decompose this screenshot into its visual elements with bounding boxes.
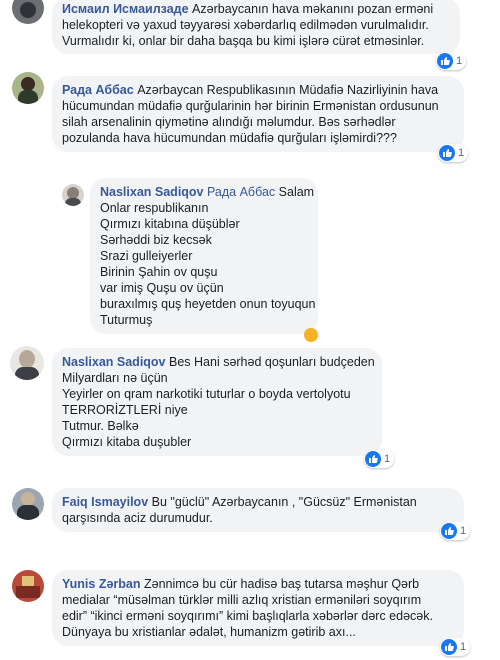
comment-text-line: Bes Hani sərhəd qoşunları budçeden (169, 355, 375, 369)
comment-author[interactable]: Faiq Ismayilov (62, 495, 148, 509)
comment-bubble: Naslixan Sadiqov Bes Hani sərhəd qoşunla… (52, 348, 382, 456)
comment-bubble: Исмаил Исмаилзаде Azərbaycanın hava məka… (52, 0, 460, 54)
comment-author[interactable]: Исмаил Исмаилзаде (62, 2, 189, 16)
comment-text-line: Tuturmuş (100, 313, 153, 327)
reaction-number: 1 (460, 641, 467, 653)
reaction-number: 1 (456, 55, 463, 67)
comment-text-line: helekopteri və yaxud təyyarəsi xəbərdarl… (62, 18, 429, 32)
like-icon (439, 145, 455, 161)
comment-text-line: var imiş Quşu ov üçün (100, 281, 224, 295)
avatar[interactable] (62, 184, 84, 206)
comment-author[interactable]: Naslixan Sadiqov (100, 185, 204, 199)
like-icon (365, 451, 381, 467)
comment-author[interactable]: Рада Аббас (62, 83, 134, 97)
avatar[interactable] (10, 346, 44, 380)
comment-text-line: Salam (278, 185, 315, 199)
avatar[interactable] (12, 570, 44, 602)
reaction-count[interactable]: 1 (440, 638, 471, 656)
comment-author[interactable]: Naslixan Sadiqov (62, 355, 166, 369)
avatar[interactable] (12, 488, 44, 520)
avatar[interactable] (12, 72, 44, 104)
comment-bubble: Naslixan Sadiqov Рада Аббас Salam Onlar … (90, 178, 318, 334)
comment-text-line: Milyardları nə üçün (62, 371, 168, 385)
comment-text-line: qarşısında aciz durumudur. (62, 511, 213, 525)
reaction-number: 1 (458, 147, 465, 159)
comment-text-line: medialar “müsəlman türklər milli azlıq x… (62, 593, 422, 607)
reaction-count[interactable]: 1 (436, 52, 467, 70)
comment-text-line: TERRORİZTLERİ niye (62, 403, 188, 417)
comment-text-line: Azərbaycan Respublikasının Müdafiə Nazir… (137, 83, 439, 97)
comment-bubble: Yunis Zərban Zənnimcə bu cür hadisə baş … (52, 570, 464, 646)
comment-text-line: Birinin Şahin ov quşu (100, 265, 218, 279)
comment-text-line: Zənnimcə bu cür hadisə baş tutarsa məşhu… (143, 577, 420, 591)
comment-text-line: pozulanda hava hücumundan müdafiə qurğul… (62, 131, 397, 145)
reaction-number: 1 (384, 453, 391, 465)
like-icon (441, 523, 457, 539)
comment-text-line: Qırmızı kitabına düşüblər (100, 217, 240, 231)
comment-text-line: Sərhəddi biz kecsək (100, 233, 212, 247)
reaction-count[interactable]: 1 (364, 450, 395, 468)
comment-text-line: hücumundan müdafiə qurğularinin hər biri… (62, 99, 439, 113)
like-icon (441, 639, 457, 655)
haha-icon[interactable] (304, 328, 318, 342)
comment-text-line: Tutmur. Bəlkə (62, 419, 139, 433)
comment-text-line: Azərbaycanın hava məkanını pozan erməni (192, 2, 434, 16)
comment-text-line: Bu "güclü" Azərbaycanın , "Gücsüz" Ermən… (151, 495, 417, 509)
avatar[interactable] (12, 0, 44, 24)
comment-text-line: Qırmızı kitaba duşubler (62, 435, 192, 449)
reaction-number: 1 (460, 525, 467, 537)
reaction-count[interactable]: 1 (440, 522, 471, 540)
comment-bubble: Рада Аббас Azərbaycan Respublikasının Mü… (52, 76, 464, 152)
comment-text-line: Srazi gulleiyerler (100, 249, 193, 263)
like-icon (437, 53, 453, 69)
comment-text-line: edir” “ikinci erməni soyqırımı” kimi baş… (62, 609, 433, 623)
reaction-count[interactable]: 1 (438, 144, 469, 162)
comment-text-line: Yeyirler on qram narkotiki tuturlar o bo… (62, 387, 351, 401)
mention-link[interactable]: Рада Аббас (207, 185, 275, 199)
comment-text-line: silah arsenalinin qiymətinə alındığı məl… (62, 115, 396, 129)
comment-author[interactable]: Yunis Zərban (62, 577, 141, 591)
comment-text-line: buraxılmış quş heyetden onun toyuqun (100, 297, 316, 311)
comment-text-line: Onlar respublikanın (100, 201, 209, 215)
comment-bubble: Faiq Ismayilov Bu "güclü" Azərbaycanın ,… (52, 488, 464, 532)
comment-text-line: Dünyaya bu xristianlar ədalət, humanizm … (62, 625, 356, 639)
comment-text-line: Vurmalıdır ki, onlar bir daha başqa bu k… (62, 34, 425, 48)
